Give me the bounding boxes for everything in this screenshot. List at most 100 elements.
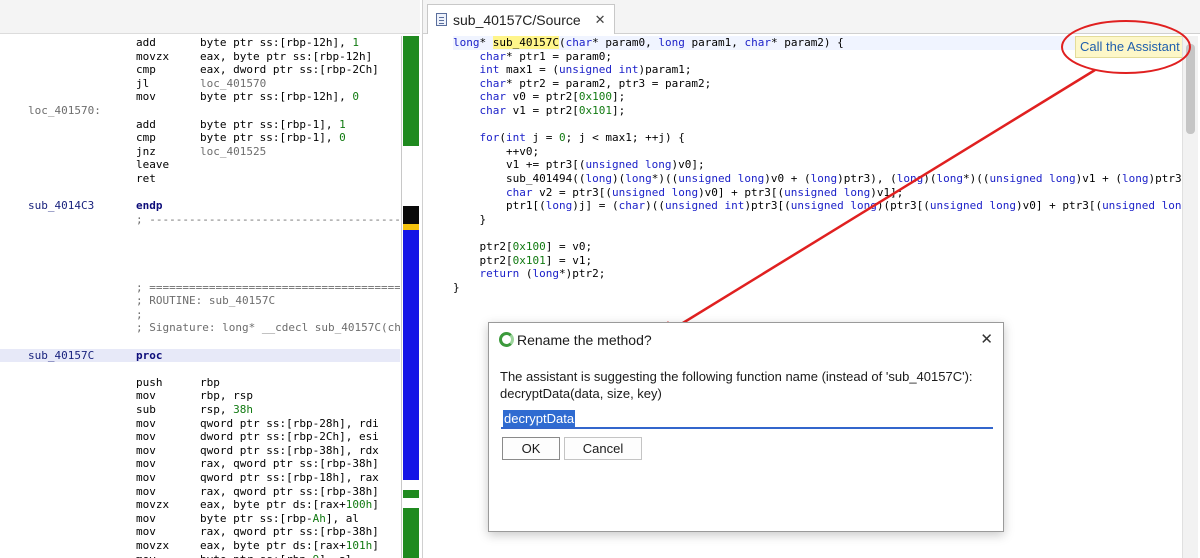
scrollbar-thumb[interactable] [1186, 44, 1195, 134]
source-line[interactable]: } [453, 213, 1193, 227]
asm-line[interactable]: mov dword ptr ss:[rbp-2Ch], esi [0, 430, 400, 444]
asm-line[interactable]: ; Signature: long* __cdecl sub_40157C(ch… [0, 321, 400, 335]
asm-line[interactable]: sub_40157C proc [0, 348, 400, 363]
navigation-segment[interactable] [403, 490, 419, 498]
asm-line[interactable]: add byte ptr ss:[rbp-12h], 1 [0, 36, 400, 50]
asm-branch-target[interactable]: loc_401570 [200, 77, 266, 90]
asm-line[interactable]: loc_401570: [0, 104, 400, 118]
source-line[interactable] [453, 118, 1193, 132]
tab-sub-40157c-source[interactable]: sub_40157C/Source ✕ [427, 4, 615, 34]
asm-line[interactable]: movzx eax, byte ptr ds:[rax+100h] [0, 498, 400, 512]
asm-line[interactable]: ; ROUTINE: sub_40157C [0, 294, 400, 308]
asm-line[interactable]: mov byte ptr ss:[rbp-Ah], al [0, 512, 400, 526]
asm-line[interactable]: ; [0, 308, 400, 322]
source-line[interactable]: for(int j = 0; j < max1; ++j) { [453, 131, 1193, 145]
navigation-segment[interactable] [403, 230, 419, 480]
source-line[interactable]: char v2 = ptr3[(unsigned long)v0] + ptr3… [453, 186, 1193, 200]
asm-line[interactable]: mov qword ptr ss:[rbp-38h], rdx [0, 444, 400, 458]
navigation-segment[interactable] [403, 36, 419, 146]
source-text: * param0, [592, 36, 659, 49]
navigation-segment[interactable] [403, 480, 419, 490]
asm-line[interactable]: add byte ptr ss:[rbp-1], 1 [0, 118, 400, 132]
navigation-segment[interactable] [403, 146, 419, 206]
asm-immediate: 1 [339, 117, 346, 131]
asm-line[interactable]: movzx eax, byte ptr ds:[rax+101h] [0, 539, 400, 553]
asm-line[interactable]: push rbp [0, 376, 400, 390]
asm-line[interactable]: mov rbp, rsp [0, 389, 400, 403]
source-line[interactable]: return (long*)ptr2; [453, 267, 1193, 281]
asm-line[interactable]: jl loc_401570 [0, 77, 400, 91]
source-line[interactable]: ++v0; [453, 145, 1193, 159]
source-text: j = [525, 131, 559, 145]
source-line[interactable]: char v1 = ptr2[0x101]; [453, 104, 1193, 118]
disassembly-listing[interactable]: add byte ptr ss:[rbp-12h], 1 movzx eax, byt… [0, 36, 400, 558]
asm-branch-target[interactable]: loc_401525 [200, 145, 266, 158]
asm-line[interactable] [0, 335, 400, 349]
asm-line[interactable]: cmp eax, dword ptr ss:[rbp-2Ch] [0, 63, 400, 77]
navigation-segment[interactable] [403, 508, 419, 558]
source-text: ++v0; [453, 144, 540, 158]
source-line[interactable]: ptr2[0x100] = v0; [453, 240, 1193, 254]
asm-line[interactable] [0, 267, 400, 281]
dialog-titlebar[interactable]: Rename the method? ✕ [489, 323, 1003, 357]
vertical-scrollbar[interactable] [1182, 36, 1198, 558]
source-line[interactable]: int max1 = (unsigned int)param1; [453, 63, 1193, 77]
asm-operand-text: byte ptr ss:[rbp-12h], [200, 36, 353, 49]
asm-line[interactable]: mov rax, qword ptr ss:[rbp-38h] [0, 485, 400, 499]
asm-line[interactable] [0, 186, 400, 200]
asm-mnemonic: mov [136, 525, 156, 539]
dialog-close-icon[interactable]: ✕ [980, 330, 993, 348]
disassembly-pane[interactable]: add byte ptr ss:[rbp-12h], 1 movzx eax, byt… [0, 0, 420, 558]
navigation-segment[interactable] [403, 206, 419, 224]
source-line[interactable]: ptr2[0x101] = v1; [453, 254, 1193, 268]
source-line[interactable]: ptr1[(long)j] = (char)((unsigned int)ptr… [453, 199, 1193, 213]
asm-line[interactable]: leave [0, 158, 400, 172]
source-keyword: int [506, 131, 526, 145]
cancel-button[interactable]: Cancel [564, 437, 642, 460]
ok-button[interactable]: OK [502, 437, 560, 460]
asm-line[interactable]: ; ======================================… [0, 281, 400, 295]
source-number: 0x100 [578, 90, 612, 104]
asm-line[interactable]: mov rax, qword ptr ss:[rbp-38h] [0, 457, 400, 471]
asm-line[interactable]: sub_4014C3 endp [0, 199, 400, 213]
decompiled-source[interactable]: long* sub_40157C(char* param0, long para… [453, 36, 1193, 296]
source-keyword: unsigned long [790, 199, 877, 213]
navigation-bar[interactable] [401, 36, 419, 558]
asm-operand-text: rbp, rsp [200, 389, 253, 403]
asm-label[interactable]: loc_401570: [28, 104, 101, 118]
source-line[interactable]: } [453, 281, 1193, 295]
source-line[interactable]: char v0 = ptr2[0x100]; [453, 90, 1193, 104]
asm-line[interactable]: mov qword ptr ss:[rbp-18h], rax [0, 471, 400, 485]
call-assistant-button[interactable]: Call the Assistant [1075, 36, 1185, 58]
asm-line[interactable]: mov byte ptr ss:[rbp-9], al [0, 553, 400, 558]
function-name[interactable]: sub_40157C [492, 36, 559, 49]
asm-line[interactable]: jnz loc_401525 [0, 145, 400, 159]
asm-immediate: 0 [352, 90, 359, 104]
asm-mnemonic: jl [136, 76, 150, 90]
asm-line[interactable]: movzx eax, byte ptr ss:[rbp-12h] [0, 50, 400, 64]
asm-line[interactable] [0, 362, 400, 376]
asm-line[interactable]: ret [0, 172, 400, 186]
source-line[interactable]: sub_401494((long)(long*)((unsigned long)… [453, 172, 1193, 186]
asm-label[interactable]: sub_40157C [28, 349, 94, 363]
source-line[interactable]: char* ptr2 = param2, ptr3 = param2; [453, 77, 1193, 91]
asm-line[interactable]: cmp byte ptr ss:[rbp-1], 0 [0, 131, 400, 145]
asm-line[interactable] [0, 240, 400, 254]
asm-line[interactable] [0, 226, 400, 240]
asm-line[interactable]: mov qword ptr ss:[rbp-28h], rdi [0, 417, 400, 431]
asm-line[interactable]: mov byte ptr ss:[rbp-12h], 0 [0, 90, 400, 104]
source-line[interactable] [453, 226, 1193, 240]
rename-method-dialog[interactable]: Rename the method? ✕ The assistant is su… [488, 322, 1004, 532]
source-line[interactable]: v1 += ptr3[(unsigned long)v0]; [453, 158, 1193, 172]
close-tab-icon[interactable]: ✕ [595, 12, 606, 28]
disassembly-header [0, 0, 420, 34]
navigation-segment[interactable] [403, 498, 419, 508]
asm-line[interactable] [0, 254, 400, 268]
asm-label[interactable]: sub_4014C3 [28, 199, 94, 213]
asm-line[interactable]: ; --------------------------------------… [0, 213, 400, 227]
asm-line[interactable]: mov rax, qword ptr ss:[rbp-38h] [0, 525, 400, 539]
source-number: 0x101 [512, 253, 546, 267]
asm-mnemonic: endp [136, 199, 163, 213]
source-text: param1, [684, 36, 745, 49]
asm-line[interactable]: sub rsp, 38h [0, 403, 400, 417]
